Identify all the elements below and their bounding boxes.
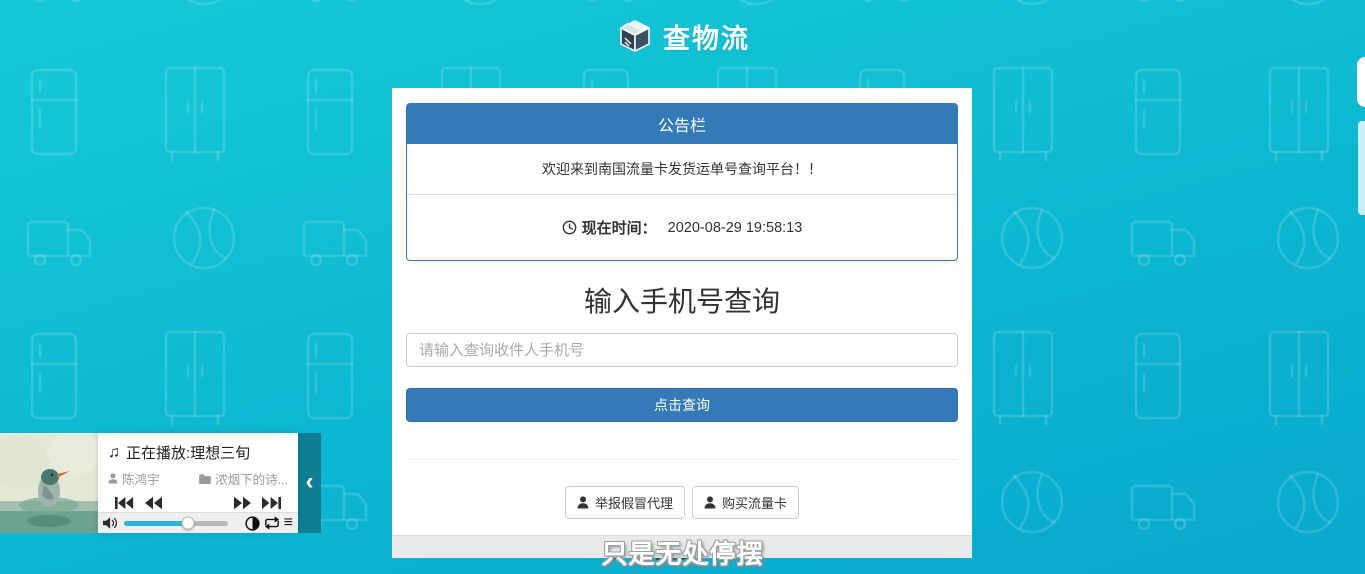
- repeat-button[interactable]: [264, 516, 280, 530]
- page: 查物流 公告栏 欢迎来到南国流量卡发货运单号查询平台！！ 现在时间： 2020-…: [0, 0, 1365, 574]
- site-title: 查物流: [663, 17, 750, 56]
- site-logo: 查物流: [0, 16, 1365, 56]
- album-name: 浓烟下的诗...: [215, 469, 288, 488]
- secondary-actions: 举报假冒代理 购买流量卡: [392, 486, 972, 519]
- player-bottom-bar: ≡: [98, 512, 298, 533]
- skip-previous-button[interactable]: [115, 496, 134, 510]
- edge-floating-button-top[interactable]: [1357, 57, 1365, 107]
- time-value: 2020-08-29 19:58:13: [668, 220, 803, 236]
- transport-controls: [115, 496, 281, 510]
- album-art: [0, 433, 98, 533]
- person-icon: [704, 496, 716, 509]
- progress-slider[interactable]: [124, 521, 228, 526]
- now-playing-text: 正在播放:理想三旬: [126, 442, 250, 463]
- divider: [406, 459, 958, 460]
- person-icon: [577, 496, 589, 509]
- theme-toggle-button[interactable]: [245, 516, 260, 531]
- artist-icon: [108, 473, 118, 484]
- artist-name: 陈鸿宇: [122, 469, 160, 488]
- player-collapse-tab[interactable]: ‹: [298, 433, 321, 533]
- box-logo-icon: [615, 16, 655, 56]
- phone-input[interactable]: [406, 333, 958, 367]
- music-player: ♫ 正在播放:理想三旬 陈鸿宇 浓烟下的诗...: [0, 433, 321, 533]
- volume-button[interactable]: [103, 516, 119, 530]
- page-title: 输入手机号查询: [392, 280, 972, 320]
- query-button[interactable]: 点击查询: [406, 388, 958, 422]
- forward-controls: [234, 496, 281, 510]
- edge-floating-button-bottom[interactable]: [1358, 121, 1365, 215]
- buy-data-card-button[interactable]: 购买流量卡: [692, 486, 799, 519]
- clock-icon: [562, 220, 577, 235]
- lyric-text: 只是无处停摆: [0, 534, 1365, 571]
- rewind-button[interactable]: [145, 496, 162, 510]
- now-playing-row: ♫ 正在播放:理想三旬: [108, 442, 288, 463]
- announcement-time-row: 现在时间： 2020-08-29 19:58:13: [407, 195, 957, 260]
- back-controls: [115, 496, 162, 510]
- progress-fill: [124, 521, 188, 526]
- player-option-icons: ≡: [245, 515, 293, 531]
- progress-thumb[interactable]: [182, 517, 195, 530]
- time-label: 现在时间：: [582, 217, 657, 238]
- announcement-panel: 公告栏 欢迎来到南国流量卡发货运单号查询平台！！ 现在时间： 2020-08-2…: [406, 103, 958, 261]
- report-fake-agent-button[interactable]: 举报假冒代理: [565, 486, 685, 519]
- playlist-menu-button[interactable]: ≡: [284, 515, 293, 531]
- fast-forward-button[interactable]: [234, 496, 251, 510]
- artist-item: 陈鸿宇: [108, 469, 160, 488]
- folder-icon: [199, 474, 211, 484]
- announcement-welcome-text: 欢迎来到南国流量卡发货运单号查询平台！！: [407, 144, 957, 195]
- chevron-left-icon: ‹: [306, 470, 314, 494]
- player-panel: ♫ 正在播放:理想三旬 陈鸿宇 浓烟下的诗...: [98, 433, 298, 533]
- music-note-icon: ♫: [108, 444, 120, 462]
- announcement-header: 公告栏: [407, 104, 957, 144]
- track-meta-row: 陈鸿宇 浓烟下的诗...: [108, 469, 288, 488]
- album-item: 浓烟下的诗...: [199, 469, 288, 488]
- skip-next-button[interactable]: [262, 496, 281, 510]
- query-card: 公告栏 欢迎来到南国流量卡发货运单号查询平台！！ 现在时间： 2020-08-2…: [392, 88, 972, 558]
